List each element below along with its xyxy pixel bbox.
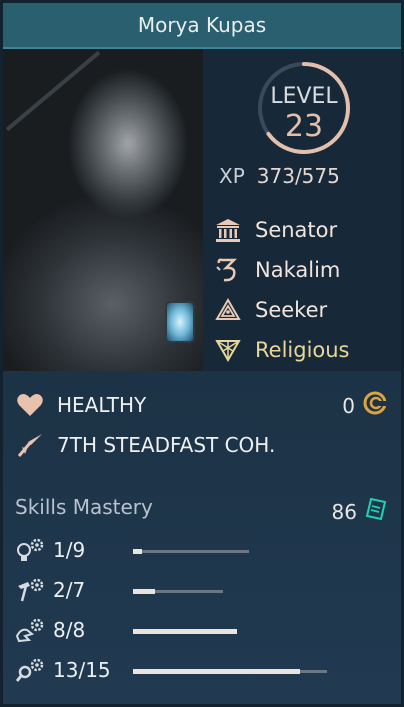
- trait-seeker[interactable]: Seeker: [213, 293, 327, 327]
- skill-progress-fill: [133, 589, 155, 594]
- portrait-glowing-vial: [165, 301, 195, 343]
- skill-progress-fill: [133, 549, 143, 554]
- skill-row-diplomacy[interactable]: 8/8: [15, 614, 237, 646]
- portrait-staff: [5, 50, 101, 132]
- skill-row-research[interactable]: 1/9: [15, 534, 249, 566]
- skill-value: 13/15: [53, 658, 111, 682]
- skill-row-investigation[interactable]: 13/15: [15, 654, 327, 686]
- skill-progress-bar: [133, 669, 327, 674]
- trait-label: Seeker: [255, 298, 328, 322]
- skills-mastery-total[interactable]: 86: [332, 497, 387, 526]
- heart-icon: [15, 390, 45, 420]
- character-portrait[interactable]: [3, 49, 203, 371]
- nakalim-glyph-icon: [213, 255, 243, 285]
- skill-value: 2/7: [53, 578, 86, 602]
- trait-label: Nakalim: [255, 258, 341, 282]
- gear-magnifier-icon: [15, 654, 49, 686]
- xp-value: 373/575: [256, 164, 340, 188]
- religious-triangle-icon: [213, 335, 243, 365]
- health-row[interactable]: HEALTHY: [15, 388, 146, 422]
- skill-progress-bar: [133, 589, 223, 594]
- trait-nakalim[interactable]: Nakalim: [213, 253, 340, 287]
- skill-progress-fill: [133, 629, 237, 634]
- unit-row[interactable]: 7TH STEADFAST COH.: [15, 428, 275, 462]
- skill-value: 1/9: [53, 538, 86, 562]
- skill-progress-bar: [133, 629, 237, 634]
- skills-mastery-title: Skills Mastery: [15, 495, 153, 519]
- skill-progress-fill: [133, 669, 300, 674]
- influence-counter[interactable]: 0: [342, 391, 388, 420]
- skills-total-value: 86: [331, 499, 357, 524]
- gear-hand-icon: [15, 614, 49, 646]
- spear-arrow-icon: [15, 430, 45, 460]
- seeker-triangle-icon: [213, 295, 243, 325]
- trait-label: Religious: [255, 338, 350, 362]
- skill-progress-bar: [133, 549, 249, 554]
- character-name-header: Morya Kupas: [3, 3, 401, 49]
- trait-religious[interactable]: Religious: [213, 333, 350, 367]
- unit-name: 7TH STEADFAST COH.: [57, 433, 276, 457]
- influence-value: 0: [342, 393, 355, 418]
- character-name: Morya Kupas: [137, 13, 267, 37]
- character-info-panel: LEVEL 23 XP 373/575 Senator Nakalim Seek…: [203, 49, 401, 371]
- influence-spiral-icon: [363, 391, 388, 420]
- health-status: HEALTHY: [57, 393, 147, 417]
- skill-row-crafting[interactable]: 2/7: [15, 574, 223, 606]
- xp-row: XP 373/575: [219, 161, 340, 191]
- mastery-scroll-icon: [365, 497, 387, 526]
- trait-senator[interactable]: Senator: [213, 213, 337, 247]
- gear-bulb-icon: [15, 534, 49, 566]
- level-value: 23: [284, 109, 324, 144]
- level-label: LEVEL: [270, 84, 338, 109]
- gear-hammer-icon: [15, 574, 49, 606]
- senate-building-icon: [213, 215, 243, 245]
- character-card: Morya Kupas LEVEL 23 XP 373/575 Senator …: [3, 3, 401, 704]
- xp-label: XP: [219, 164, 245, 188]
- skill-value: 8/8: [53, 618, 86, 642]
- trait-label: Senator: [255, 218, 338, 242]
